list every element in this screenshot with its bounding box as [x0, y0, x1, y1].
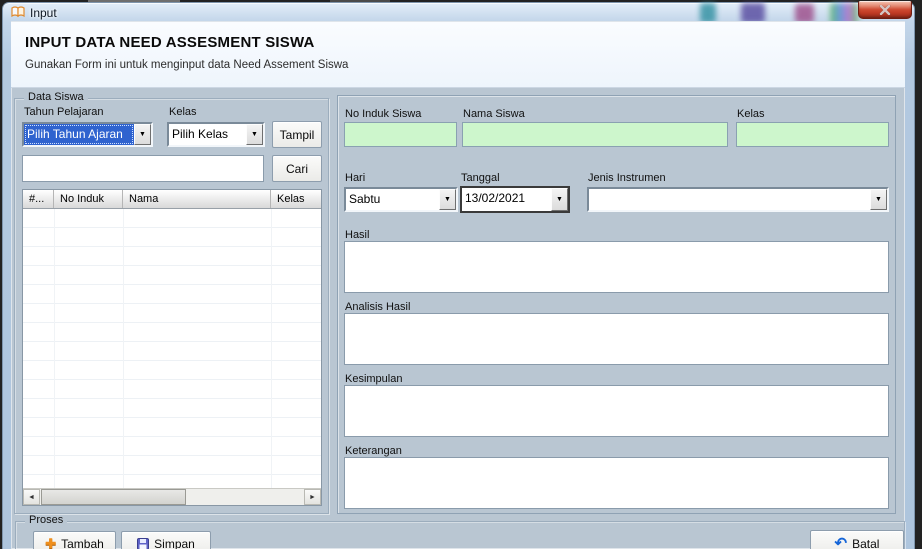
chevron-down-icon[interactable]: ▼ — [246, 124, 263, 145]
tampil-button[interactable]: Tampil — [272, 121, 322, 148]
chevron-down-icon[interactable]: ▼ — [870, 189, 887, 210]
window-book-icon[interactable] — [11, 5, 25, 19]
data-siswa-group-label: Data Siswa — [24, 92, 88, 103]
titlebar[interactable] — [2, 2, 915, 22]
analisis-hasil-label: Analisis Hasil — [345, 301, 411, 313]
no-induk-siswa-label: No Induk Siswa — [345, 108, 422, 120]
save-floppy-icon — [137, 538, 150, 549]
simpan-button-label: Simpan — [154, 537, 195, 549]
hari-select[interactable]: Sabtu ▼ — [344, 187, 458, 212]
hari-label: Hari — [345, 172, 366, 184]
kelas-filter-value: Pilih Kelas — [172, 127, 229, 141]
nama-siswa-label: Nama Siswa — [463, 108, 525, 120]
table-horizontal-scrollbar[interactable]: ◄ ► — [23, 488, 321, 505]
kelas-detail-field[interactable] — [736, 122, 889, 147]
tahun-pelajaran-value: Pilih Tahun Ajaran — [24, 124, 134, 145]
table-column-separator — [123, 209, 124, 488]
analisis-hasil-textarea[interactable] — [344, 313, 889, 365]
simpan-button[interactable]: Simpan — [121, 531, 211, 549]
kesimpulan-label: Kesimpulan — [345, 373, 403, 385]
hasil-textarea[interactable] — [344, 241, 889, 293]
tanggal-label: Tanggal — [461, 172, 500, 184]
tambah-button[interactable]: ✚ Tambah — [33, 531, 116, 549]
window-title: Input — [30, 6, 57, 20]
form-header — [11, 22, 905, 88]
close-x-icon — [879, 4, 891, 15]
proses-group-label: Proses — [25, 515, 68, 526]
table-column-separator — [54, 209, 55, 488]
detail-panel — [337, 95, 896, 514]
table-header-no-induk[interactable]: No Induk — [54, 190, 123, 208]
table-header-nama[interactable]: Nama — [123, 190, 271, 208]
batal-button[interactable]: ↶ Batal — [810, 530, 904, 549]
batal-button-label: Batal — [852, 536, 880, 549]
hari-value: Sabtu — [349, 192, 381, 206]
scrollbar-track[interactable] — [40, 489, 304, 505]
jenis-instrumen-select[interactable]: ▼ — [587, 187, 889, 212]
cari-button[interactable]: Cari — [272, 155, 322, 182]
jenis-instrumen-value — [589, 189, 870, 210]
chevron-down-icon[interactable]: ▼ — [439, 189, 456, 210]
table-column-separator — [271, 209, 272, 488]
hasil-label: Hasil — [345, 229, 370, 241]
no-induk-siswa-field[interactable] — [344, 122, 457, 147]
students-table: #... No Induk Nama Kelas ◄ ► — [22, 189, 322, 506]
close-button[interactable] — [858, 1, 912, 19]
table-header-row: #... No Induk Nama Kelas — [23, 190, 321, 209]
plus-icon: ✚ — [45, 536, 57, 549]
tanggal-value: 13/02/2021 — [465, 191, 526, 205]
tahun-pelajaran-label: Tahun Pelajaran — [24, 106, 104, 118]
screen: Input INPUT DATA NEED ASSESMENT SISWA Gu… — [0, 0, 922, 549]
table-body-empty[interactable] — [23, 209, 321, 488]
tahun-pelajaran-select[interactable]: Pilih Tahun Ajaran ▼ — [22, 122, 153, 147]
table-header-index[interactable]: #... — [23, 190, 54, 208]
undo-icon: ↶ — [834, 534, 848, 549]
chevron-down-icon[interactable]: ▼ — [551, 188, 568, 211]
kelas-filter-label: Kelas — [169, 106, 197, 118]
tanggal-datepicker[interactable]: 13/02/2021 ▼ — [460, 186, 570, 213]
keterangan-textarea[interactable] — [344, 457, 889, 509]
search-input[interactable] — [22, 155, 264, 182]
keterangan-label: Keterangan — [345, 445, 402, 457]
page-title: INPUT DATA NEED ASSESMENT SISWA — [25, 34, 315, 51]
scroll-left-icon[interactable]: ◄ — [23, 489, 40, 505]
jenis-instrumen-label: Jenis Instrumen — [588, 172, 666, 184]
kesimpulan-textarea[interactable] — [344, 385, 889, 437]
nama-siswa-field[interactable] — [462, 122, 728, 147]
table-header-kelas[interactable]: Kelas — [271, 190, 321, 208]
kelas-detail-label: Kelas — [737, 108, 765, 120]
scroll-right-icon[interactable]: ► — [304, 489, 321, 505]
kelas-filter-select[interactable]: Pilih Kelas ▼ — [167, 122, 265, 147]
page-subtitle: Gunakan Form ini untuk menginput data Ne… — [25, 59, 349, 71]
chevron-down-icon[interactable]: ▼ — [134, 124, 151, 145]
tambah-button-label: Tambah — [61, 537, 104, 549]
scrollbar-thumb[interactable] — [41, 489, 186, 505]
